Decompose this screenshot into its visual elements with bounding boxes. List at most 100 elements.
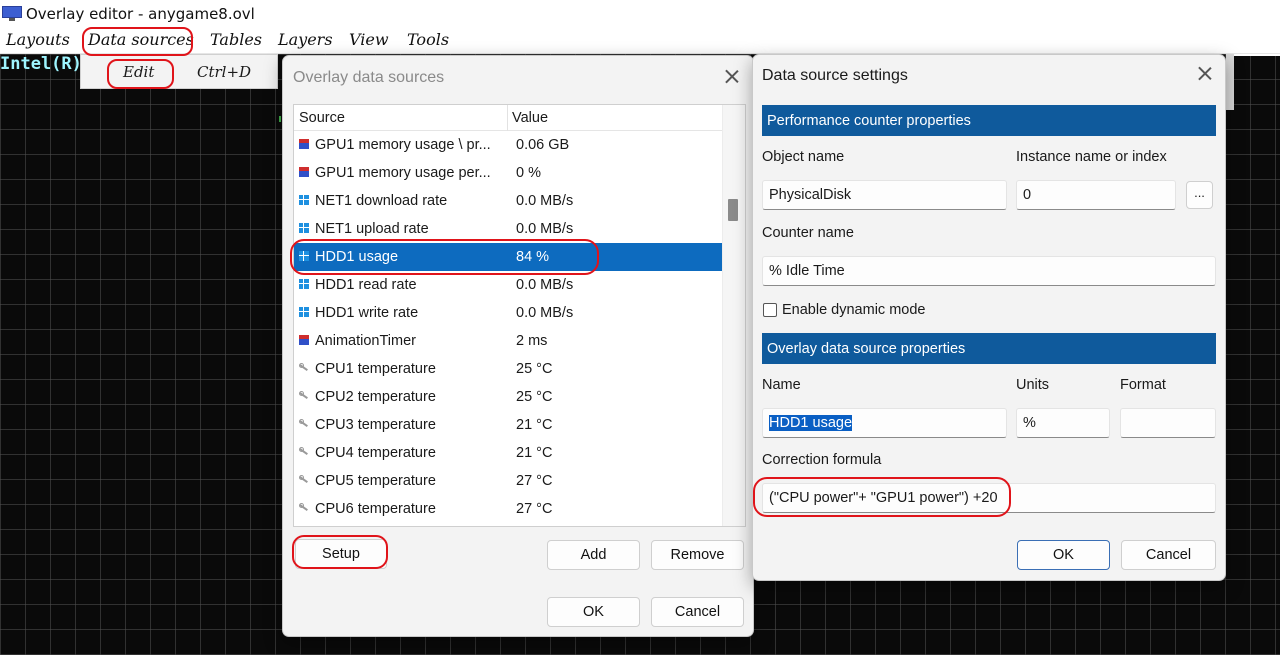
canvas-marker	[279, 116, 281, 122]
overlay-properties-section-header: Overlay data source properties	[762, 333, 1216, 364]
gpu-icon	[299, 335, 309, 345]
format-label: Format	[1120, 377, 1166, 393]
title-bar: Overlay editor - anygame8.ovl	[0, 0, 1280, 28]
menu-tools[interactable]: Tools	[407, 30, 449, 49]
row-value: 84 %	[516, 249, 550, 265]
format-field[interactable]	[1120, 408, 1216, 438]
menu-view[interactable]: View	[349, 30, 389, 49]
row-value: 0.06 GB	[516, 137, 570, 153]
units-field[interactable]: %	[1016, 408, 1110, 438]
row-source: NET1 upload rate	[315, 221, 429, 237]
row-source: GPU1 memory usage per...	[315, 165, 491, 181]
cancel-button[interactable]: Cancel	[1121, 540, 1216, 570]
list-scrollbar[interactable]	[722, 105, 745, 526]
list-row[interactable]: HDD1 write rate 0.0 MB/s	[294, 299, 722, 327]
menu-layouts[interactable]: Layouts	[6, 30, 70, 49]
list-row[interactable]: GPU1 memory usage \ pr... 0.06 GB	[294, 131, 722, 159]
close-icon[interactable]	[721, 66, 743, 88]
object-name-field[interactable]: PhysicalDisk	[762, 180, 1007, 210]
overlay-data-sources-dialog: Overlay data sources Source Value GPU1 m…	[282, 55, 754, 637]
row-value: 2 ms	[516, 333, 548, 349]
windows-icon	[299, 195, 309, 205]
windows-icon	[299, 307, 309, 317]
row-source: HDD1 usage	[315, 249, 399, 265]
object-name-label: Object name	[762, 149, 845, 165]
dialog-title: Data source settings	[762, 67, 908, 84]
list-row[interactable]: AnimationTimer 2 ms	[294, 327, 722, 355]
row-value: 0.0 MB/s	[516, 277, 574, 293]
instance-label: Instance name or index	[1016, 149, 1167, 165]
menu-layers[interactable]: Layers	[278, 30, 333, 49]
row-source: AnimationTimer	[315, 333, 416, 349]
edit-menu-item[interactable]: Edit	[123, 63, 154, 81]
counter-name-label: Counter name	[762, 225, 854, 241]
list-row[interactable]: CPU3 temperature 21 °C	[294, 411, 722, 439]
edit-shortcut: Ctrl+D	[197, 63, 252, 81]
gpu-icon	[299, 139, 309, 149]
list-row[interactable]: CPU2 temperature 25 °C	[294, 383, 722, 411]
counter-name-field[interactable]: % Idle Time	[762, 256, 1216, 286]
cpu-sensor-icon	[299, 475, 309, 485]
column-header-value[interactable]: Value	[512, 110, 548, 126]
row-value: 25 °C	[516, 389, 553, 405]
row-source: CPU1 temperature	[315, 361, 436, 377]
list-header: Source Value	[294, 105, 722, 131]
window-edge	[1226, 54, 1234, 110]
instance-browse-button[interactable]: ...	[1186, 181, 1213, 209]
cpu-sensor-icon	[299, 419, 309, 429]
ok-button[interactable]: OK	[1017, 540, 1110, 570]
data-sources-list[interactable]: Source Value GPU1 memory usage \ pr... 0.…	[293, 104, 746, 527]
data-sources-dropdown: Edit Ctrl+D	[80, 54, 278, 89]
cpu-sensor-icon	[299, 391, 309, 401]
ok-button[interactable]: OK	[547, 597, 640, 627]
list-row[interactable]: CPU4 temperature 21 °C	[294, 439, 722, 467]
row-value: 27 °C	[516, 501, 553, 517]
performance-counter-section-header: Performance counter properties	[762, 105, 1216, 136]
list-row[interactable]: NET1 download rate 0.0 MB/s	[294, 187, 722, 215]
menu-bar: Layouts Data sources Tables Layers View …	[0, 28, 1280, 54]
list-row[interactable]: CPU6 temperature 27 °C	[294, 495, 722, 523]
row-value: 21 °C	[516, 445, 553, 461]
setup-button[interactable]: Setup	[295, 539, 387, 569]
units-label: Units	[1016, 377, 1050, 393]
monitor-app-icon	[2, 6, 22, 22]
row-source: CPU2 temperature	[315, 389, 436, 405]
menu-tables[interactable]: Tables	[210, 30, 262, 49]
row-value: 0 %	[516, 165, 541, 181]
list-row[interactable]: GPU1 memory usage per... 0 %	[294, 159, 722, 187]
dynamic-mode-label: Enable dynamic mode	[782, 302, 926, 318]
windows-icon	[299, 251, 309, 261]
menu-data-sources[interactable]: Data sources	[88, 30, 194, 49]
remove-button[interactable]: Remove	[651, 540, 744, 570]
column-header-source[interactable]: Source	[299, 110, 345, 126]
dialog-title: Overlay data sources	[293, 69, 445, 86]
cancel-button[interactable]: Cancel	[651, 597, 744, 627]
list-row[interactable]: CPU5 temperature 27 °C	[294, 467, 722, 495]
list-row[interactable]: HDD1 usage 84 %	[294, 243, 722, 271]
name-field[interactable]: HDD1 usage	[762, 408, 1007, 438]
row-value: 0.0 MB/s	[516, 193, 574, 209]
add-button[interactable]: Add	[547, 540, 640, 570]
correction-formula-field[interactable]: ("CPU power"+ "GPU1 power") +20	[762, 483, 1216, 513]
row-value: 25 °C	[516, 361, 553, 377]
cpu-sensor-icon	[299, 503, 309, 513]
correction-formula-label: Correction formula	[762, 452, 882, 468]
instance-field[interactable]: 0	[1016, 180, 1176, 210]
overlay-text-item[interactable]: Intel(R)	[0, 54, 82, 74]
scrollbar-thumb[interactable]	[728, 199, 738, 221]
cpu-sensor-icon	[299, 363, 309, 373]
row-source: CPU6 temperature	[315, 501, 436, 517]
window-title: Overlay editor - anygame8.ovl	[26, 5, 255, 23]
list-row[interactable]: NET1 upload rate 0.0 MB/s	[294, 215, 722, 243]
row-source: CPU3 temperature	[315, 417, 436, 433]
dynamic-mode-checkbox[interactable]	[763, 303, 777, 317]
cpu-sensor-icon	[299, 447, 309, 457]
row-value: 0.0 MB/s	[516, 221, 574, 237]
row-source: HDD1 read rate	[315, 277, 417, 293]
gpu-icon	[299, 167, 309, 177]
row-value: 21 °C	[516, 417, 553, 433]
list-row[interactable]: HDD1 read rate 0.0 MB/s	[294, 271, 722, 299]
windows-icon	[299, 279, 309, 289]
close-icon[interactable]	[1194, 63, 1216, 85]
list-row[interactable]: CPU1 temperature 25 °C	[294, 355, 722, 383]
